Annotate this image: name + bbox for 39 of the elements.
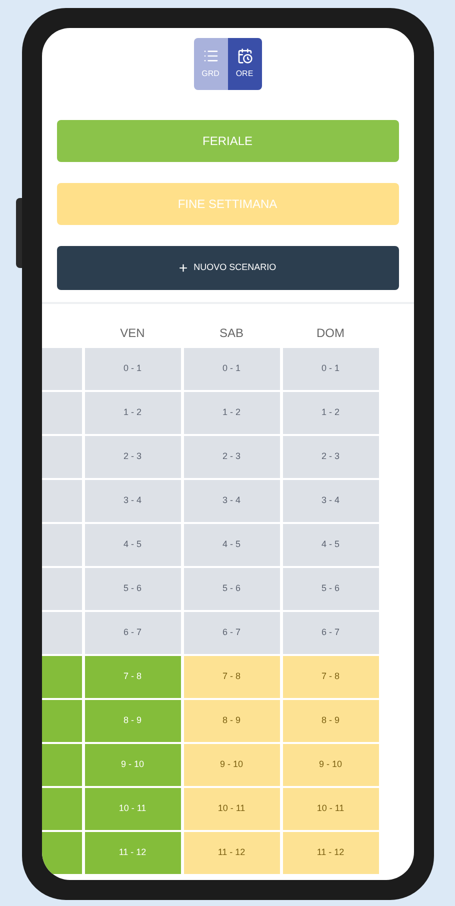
hour-cell[interactable]: 1 - 2	[184, 392, 280, 434]
hour-cell[interactable]: 2 - 3	[84, 436, 180, 478]
hour-cell[interactable]: 5 - 6	[184, 568, 280, 610]
hour-cell[interactable]: 7 - 8	[184, 656, 280, 698]
day-header: VEN	[119, 325, 146, 342]
hour-cell[interactable]: 7 - 8	[282, 656, 378, 698]
hour-cell[interactable]: 0 - 1	[84, 348, 180, 390]
hour-cell[interactable]: 0 - 1	[184, 348, 280, 390]
hour-cell[interactable]: 6 - 7	[84, 612, 180, 654]
hour-cell[interactable]: 3 - 4	[282, 480, 378, 522]
hour-cell[interactable]: 2 - 3	[184, 436, 280, 478]
hour-cell[interactable]: 10 - 11	[184, 788, 280, 830]
hour-cell[interactable]: 9 - 10	[282, 744, 378, 786]
hour-cell[interactable]: 2 - 3	[282, 436, 378, 478]
hour-cell[interactable]: 5 - 6	[84, 568, 180, 610]
hour-cell[interactable]: 1 - 2	[282, 392, 378, 434]
day-header: SAB	[218, 325, 244, 342]
hour-cell[interactable]: 1 - 2	[84, 392, 180, 434]
hour-cell[interactable]: 4 - 5	[84, 524, 180, 566]
hour-cell[interactable]: 6 - 7	[184, 612, 280, 654]
hour-cell[interactable]: 5 - 6	[282, 568, 378, 610]
hour-cell[interactable]: 11 - 12	[184, 832, 280, 874]
calendar-clock-icon	[236, 48, 252, 64]
plus-icon: +	[178, 260, 188, 276]
list-icon	[202, 48, 218, 64]
hour-cell[interactable]: 8 - 9	[282, 700, 378, 742]
hour-cell[interactable]: 8 - 9	[184, 700, 280, 742]
hour-cell[interactable]: 9 - 10	[184, 744, 280, 786]
hour-cell[interactable]: 3 - 4	[84, 480, 180, 522]
hour-cell[interactable]: 4 - 5	[184, 524, 280, 566]
hour-cell[interactable]: 3 - 4	[184, 480, 280, 522]
hour-cell[interactable]: 0 - 1	[282, 348, 378, 390]
view-tab[interactable]: ORE	[228, 38, 262, 90]
hour-cell[interactable]: 6 - 7	[282, 612, 378, 654]
new-scenario-button[interactable]: + NUOVO SCENARIO	[56, 246, 398, 290]
hour-cell[interactable]: 11 - 12	[282, 832, 378, 874]
hour-cell[interactable]: 10 - 11	[282, 788, 378, 830]
hour-cell[interactable]: 4 - 5	[282, 524, 378, 566]
day-header: DOM	[316, 325, 346, 342]
